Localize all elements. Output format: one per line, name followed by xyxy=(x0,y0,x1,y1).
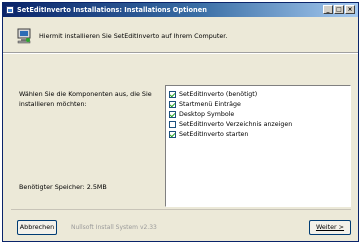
component-label: Startmenü Einträge xyxy=(179,100,241,108)
installer-window: SetEditInverto Installations: Installati… xyxy=(2,2,359,242)
title-bar[interactable]: SetEditInverto Installations: Installati… xyxy=(3,3,358,17)
next-button-label: Weiter > xyxy=(315,223,345,231)
component-item[interactable]: SetEditInverto (benötigt) xyxy=(169,89,350,99)
component-item[interactable]: Desktop Symbole xyxy=(169,109,350,119)
component-label: SetEditInverto (benötigt) xyxy=(179,90,258,98)
component-checkbox[interactable] xyxy=(169,120,176,128)
component-item[interactable]: Startmenü Einträge xyxy=(169,99,350,109)
cancel-button[interactable]: Abbrechen xyxy=(17,220,57,235)
setup-computer-icon xyxy=(17,28,31,44)
component-checkbox[interactable] xyxy=(169,130,176,138)
component-checkbox[interactable] xyxy=(169,100,176,108)
component-item[interactable]: SetEditInverto Verzeichnis anzeigen xyxy=(169,119,350,129)
components-prompt: Wählen Sie die Komponenten aus, die Sie … xyxy=(19,90,152,108)
app-icon xyxy=(6,6,14,14)
close-button[interactable]: × xyxy=(345,5,355,14)
banner-text: Hiermit installieren Sie SetEditInverto … xyxy=(39,32,228,40)
component-checkbox[interactable] xyxy=(169,110,176,118)
component-label: Desktop Symbole xyxy=(179,110,235,118)
window-title: SetEditInverto Installations: Installati… xyxy=(17,6,207,14)
next-button[interactable]: Weiter > xyxy=(309,220,351,235)
component-item[interactable]: SetEditInverto starten xyxy=(169,129,350,139)
component-label: SetEditInverto Verzeichnis anzeigen xyxy=(179,120,293,128)
component-label: SetEditInverto starten xyxy=(179,130,249,138)
installer-branding: Nullsoft Install System v2.33 xyxy=(71,224,157,231)
component-checkbox[interactable] xyxy=(169,90,176,98)
header-divider xyxy=(3,52,358,54)
footer-divider xyxy=(11,209,351,210)
maximize-button[interactable]: □ xyxy=(334,5,344,14)
window-controls: _ □ × xyxy=(323,5,355,14)
minimize-button[interactable]: _ xyxy=(323,5,333,14)
banner: Hiermit installieren Sie SetEditInverto … xyxy=(17,28,227,48)
space-required: Benötigter Speicher: 2.5MB xyxy=(19,183,107,191)
components-list[interactable]: SetEditInverto (benötigt) Startmenü Eintr… xyxy=(165,85,351,207)
